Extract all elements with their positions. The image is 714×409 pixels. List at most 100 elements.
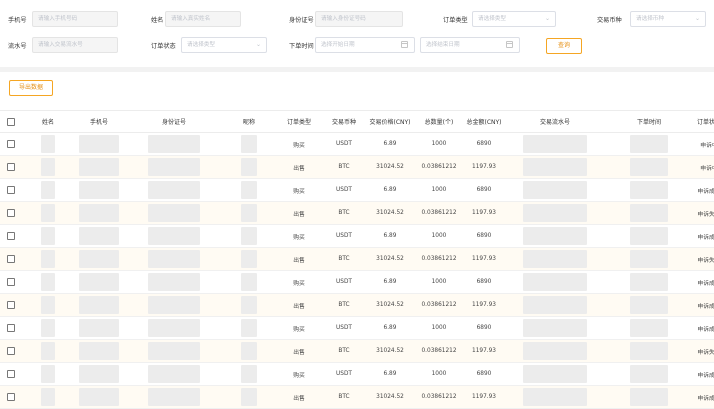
price-cell: 6.89 xyxy=(364,224,416,248)
masked-cell xyxy=(124,224,224,248)
masked-cell xyxy=(74,339,124,363)
order-status-cell: 申诉中 xyxy=(694,155,714,179)
masked-value xyxy=(148,158,200,176)
row-select-cell xyxy=(0,316,22,340)
price-cell: 31024.52 xyxy=(364,201,416,225)
column-header: 订单类型 xyxy=(274,110,324,133)
trade-coin-cell: USDT xyxy=(324,132,364,156)
order-type-select[interactable]: 请选择类型 ⌄ xyxy=(472,11,556,27)
masked-value xyxy=(148,319,200,337)
masked-cell xyxy=(124,316,224,340)
export-button[interactable]: 导出数据 xyxy=(9,80,53,96)
order-type-cell: 购买 xyxy=(274,362,324,386)
masked-value xyxy=(523,273,587,291)
row-select-cell xyxy=(0,132,22,156)
row-select-cell xyxy=(0,224,22,248)
masked-value xyxy=(148,181,200,199)
masked-cell xyxy=(224,362,274,386)
masked-cell xyxy=(506,362,604,386)
row-checkbox[interactable] xyxy=(7,232,15,240)
idcard-input[interactable]: 请输入身份证号码 xyxy=(315,11,403,27)
masked-value xyxy=(148,388,200,406)
orders-table: 姓名 手机号 身份证号 昵称 订单类型 交易币种 交易价格(CNY) 总数量(个… xyxy=(0,110,714,409)
start-date-picker[interactable]: 选择开始日期 xyxy=(315,37,415,53)
trade-coin-select[interactable]: 请选择币种 ⌄ xyxy=(630,11,706,27)
masked-cell xyxy=(22,155,74,179)
masked-value xyxy=(241,273,257,291)
name-input[interactable]: 请输入真实姓名 xyxy=(165,11,241,27)
masked-cell xyxy=(22,224,74,248)
search-button[interactable]: 查询 xyxy=(546,38,582,54)
amount-cell: 1197.93 xyxy=(462,385,506,409)
row-checkbox[interactable] xyxy=(7,163,15,171)
masked-cell xyxy=(224,385,274,409)
table-row: 购买USDT6.8910006890 申诉成功 xyxy=(0,224,714,248)
row-checkbox[interactable] xyxy=(7,324,15,332)
row-select-cell xyxy=(0,293,22,317)
masked-cell xyxy=(604,316,694,340)
order-type-placeholder: 请选择类型 xyxy=(478,16,506,22)
serial-label: 流水号 xyxy=(8,43,27,50)
masked-cell xyxy=(74,385,124,409)
row-checkbox[interactable] xyxy=(7,370,15,378)
row-checkbox[interactable] xyxy=(7,278,15,286)
select-all-checkbox[interactable] xyxy=(7,117,15,126)
masked-value xyxy=(79,319,119,337)
table-row: 购买USDT6.8910006890 申诉成功 xyxy=(0,316,714,340)
row-checkbox[interactable] xyxy=(7,209,15,217)
order-status-select[interactable]: 请选择类型 ⌄ xyxy=(181,37,267,53)
chevron-down-icon: ⌄ xyxy=(255,41,261,48)
price-cell: 6.89 xyxy=(364,270,416,294)
masked-cell xyxy=(506,339,604,363)
masked-cell xyxy=(224,293,274,317)
masked-cell xyxy=(124,385,224,409)
masked-value xyxy=(241,365,257,383)
masked-cell xyxy=(22,247,74,271)
quantity-cell: 0.03861212 xyxy=(416,247,462,271)
quantity-cell: 1000 xyxy=(416,178,462,202)
serial-input[interactable]: 请输入交易流水号 xyxy=(32,37,118,53)
masked-value xyxy=(630,250,668,268)
masked-value xyxy=(41,204,55,222)
masked-value xyxy=(523,181,587,199)
price-cell: 31024.52 xyxy=(364,385,416,409)
masked-cell xyxy=(604,132,694,156)
table-row: 购买USDT6.8910006890 申诉成功 xyxy=(0,178,714,202)
chevron-down-icon: ⌄ xyxy=(544,15,550,22)
masked-cell xyxy=(124,270,224,294)
column-header: 总金额(CNY) xyxy=(462,110,506,133)
masked-value xyxy=(241,181,257,199)
order-status-cell: 申诉失败 xyxy=(694,247,714,271)
masked-value xyxy=(523,296,587,314)
row-select-cell xyxy=(0,362,22,386)
column-header: 订单状态 xyxy=(694,110,714,133)
masked-cell xyxy=(506,224,604,248)
masked-cell xyxy=(74,270,124,294)
order-time-label: 下单时间 xyxy=(289,43,314,50)
masked-cell xyxy=(604,155,694,179)
masked-cell xyxy=(74,155,124,179)
masked-value xyxy=(523,204,587,222)
column-header: 姓名 xyxy=(22,110,74,133)
masked-value xyxy=(630,365,668,383)
masked-cell xyxy=(74,247,124,271)
quantity-cell: 1000 xyxy=(416,132,462,156)
row-checkbox[interactable] xyxy=(7,301,15,309)
masked-value xyxy=(79,342,119,360)
row-checkbox[interactable] xyxy=(7,255,15,263)
trade-coin-cell: BTC xyxy=(324,385,364,409)
masked-cell xyxy=(604,362,694,386)
row-checkbox[interactable] xyxy=(7,186,15,194)
masked-cell xyxy=(124,339,224,363)
row-checkbox[interactable] xyxy=(7,140,15,148)
masked-cell xyxy=(604,385,694,409)
phone-input[interactable]: 请输入手机号码 xyxy=(32,11,118,27)
amount-cell: 6890 xyxy=(462,178,506,202)
masked-cell xyxy=(74,316,124,340)
amount-cell: 6890 xyxy=(462,224,506,248)
masked-value xyxy=(630,388,668,406)
row-checkbox[interactable] xyxy=(7,347,15,355)
end-date-picker[interactable]: 选择结束日期 xyxy=(420,37,520,53)
order-type-cell: 出售 xyxy=(274,293,324,317)
end-date-placeholder: 选择结束日期 xyxy=(426,42,460,48)
